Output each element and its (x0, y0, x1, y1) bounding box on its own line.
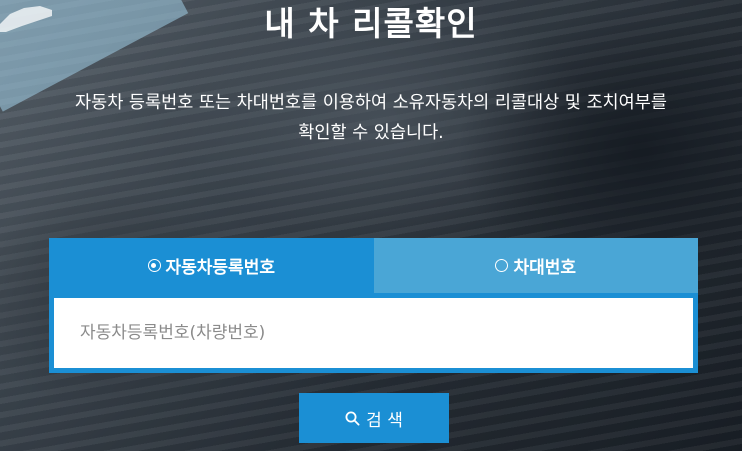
search-button-label: 검 색 (366, 410, 403, 431)
tab-vin-label: 차대번호 (513, 258, 577, 278)
tab-vin[interactable]: 차대번호 (373, 238, 698, 293)
search-button[interactable]: 검 색 (299, 393, 449, 443)
tab-registration-number-label: 자동차등록번호 (165, 258, 275, 278)
recall-check-page: 내 차 리콜확인 자동차 등록번호 또는 차대번호를 이용하여 소유자동차의 리… (0, 0, 742, 451)
search-input-container (49, 293, 698, 373)
search-icon (345, 411, 360, 426)
radio-unchecked-icon (495, 259, 509, 272)
vehicle-number-input[interactable] (54, 298, 693, 368)
tab-registration-number[interactable]: 자동차등록번호 (49, 238, 374, 293)
radio-checked-icon (147, 259, 161, 272)
description-line-2: 확인할 수 있습니다. (298, 123, 444, 143)
description-line-1: 자동차 등록번호 또는 차대번호를 이용하여 소유자동차의 리콜대상 및 조치여… (75, 93, 667, 113)
page-title: 내 차 리콜확인 (264, 4, 478, 43)
search-type-tabs: 자동차등록번호 차대번호 (49, 238, 698, 293)
page-description: 자동차 등록번호 또는 차대번호를 이용하여 소유자동차의 리콜대상 및 조치여… (40, 88, 702, 148)
